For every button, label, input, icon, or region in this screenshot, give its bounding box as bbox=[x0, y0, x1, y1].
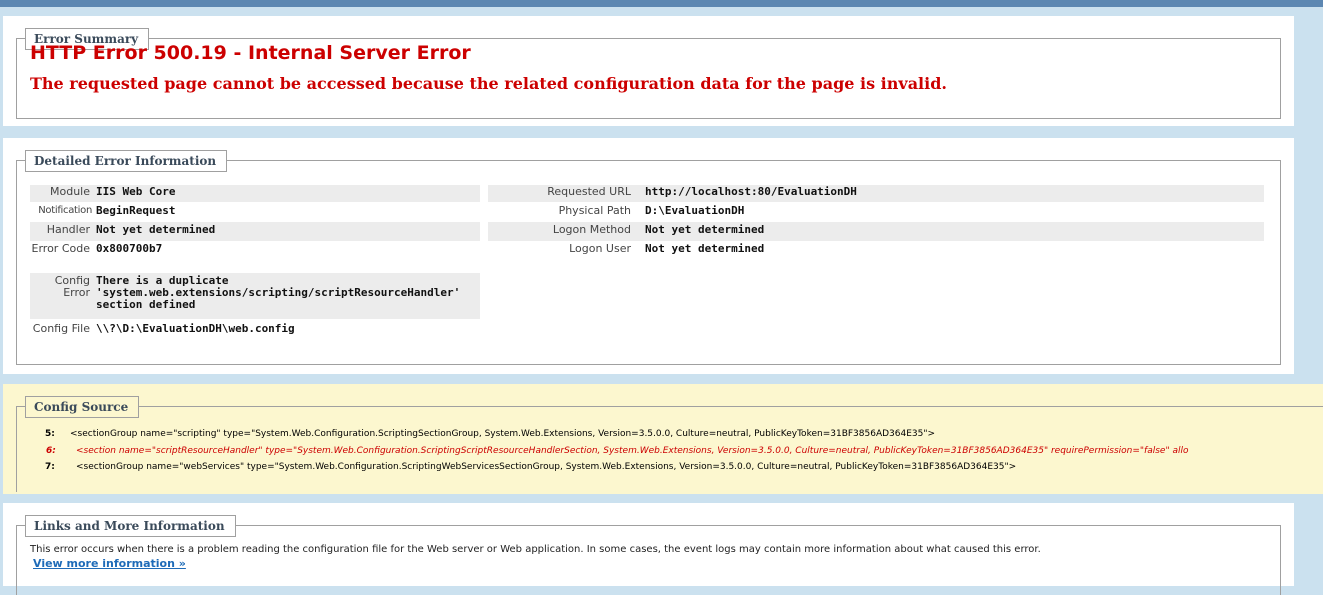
line-code: <sectionGroup name="scripting" type="Sys… bbox=[70, 429, 936, 439]
header-bar bbox=[0, 0, 1323, 7]
detail-value: BeginRequest bbox=[96, 204, 176, 217]
detail-key: Physical Path bbox=[558, 204, 631, 217]
detail-key: Logon Method bbox=[552, 223, 631, 236]
detail-row-notification: Notification BeginRequest bbox=[30, 202, 480, 222]
view-more-information-link[interactable]: View more information » bbox=[33, 557, 186, 570]
line-number: 7: bbox=[45, 462, 55, 472]
detail-row-error-code: Error Code 0x800700b7 bbox=[30, 241, 480, 273]
config-source-line-error: 6: <section name="scriptResourceHandler" … bbox=[30, 446, 1188, 456]
detail-key: Requested URL bbox=[547, 185, 631, 198]
detail-row-module: Module IIS Web Core bbox=[30, 185, 480, 202]
detailed-error-legend: Detailed Error Information bbox=[25, 150, 228, 172]
detail-row-config-file: Config File \\?\D:\EvaluationDH\web.conf… bbox=[30, 319, 480, 353]
line-code: <sectionGroup name="webServices" type="S… bbox=[76, 462, 1017, 472]
error-summary-panel: Error Summary bbox=[3, 16, 1294, 126]
detail-row-config-error: Config Error There is a duplicate 'syste… bbox=[30, 273, 480, 319]
detail-key: Config Error bbox=[54, 274, 90, 299]
config-source-panel: Config Source bbox=[3, 384, 1323, 494]
detail-value: Not yet determined bbox=[645, 223, 765, 236]
detail-row-logon-user: Logon User Not yet determined bbox=[488, 241, 1264, 260]
detail-row-logon-method: Logon Method Not yet determined bbox=[488, 222, 1264, 241]
config-source-line: 5: <sectionGroup name="scripting" type="S… bbox=[30, 429, 935, 439]
error-details-table-left: Module IIS Web Core Notification BeginRe… bbox=[30, 185, 480, 353]
detail-value: There is a duplicate 'system.web.extensi… bbox=[96, 274, 461, 311]
detail-key: Error Code bbox=[31, 242, 90, 255]
detail-key: Handler bbox=[46, 223, 90, 236]
line-number: 5: bbox=[45, 429, 55, 439]
detail-key: Module bbox=[50, 185, 90, 198]
detail-row-handler: Handler Not yet determined bbox=[30, 222, 480, 241]
error-subtitle: The requested page cannot be accessed be… bbox=[30, 74, 947, 93]
detail-value: IIS Web Core bbox=[96, 185, 176, 198]
detail-row-physical-path: Physical Path D:\EvaluationDH bbox=[488, 202, 1264, 222]
detail-value: D:\EvaluationDH bbox=[645, 204, 745, 217]
detail-key: Notification bbox=[38, 205, 92, 216]
detail-value: 0x800700b7 bbox=[96, 242, 163, 255]
detail-row-requested-url: Requested URL http://localhost:80/Evalua… bbox=[488, 185, 1264, 202]
detailed-error-panel: Detailed Error Information Module IIS We… bbox=[3, 138, 1294, 374]
links-description: This error occurs when there is a proble… bbox=[30, 544, 1041, 555]
error-details-table-right: Requested URL http://localhost:80/Evalua… bbox=[488, 185, 1264, 260]
detail-value: http://localhost:80/EvaluationDH bbox=[645, 185, 857, 198]
error-title: HTTP Error 500.19 - Internal Server Erro… bbox=[30, 42, 471, 64]
page-background-strip bbox=[1294, 7, 1323, 586]
detail-value: \\?\D:\EvaluationDH\web.config bbox=[96, 322, 295, 335]
config-source-line: 7: <sectionGroup name="webServices" type=… bbox=[30, 462, 1016, 472]
links-legend: Links and More Information bbox=[25, 515, 236, 537]
detail-key: Logon User bbox=[569, 242, 631, 255]
detail-key: Config File bbox=[32, 322, 90, 335]
detail-value: Not yet determined bbox=[96, 223, 216, 236]
line-code: <section name="scriptResourceHandler" ty… bbox=[76, 446, 1189, 456]
detail-value: Not yet determined bbox=[645, 242, 765, 255]
line-number: 6: bbox=[46, 446, 56, 456]
config-source-legend: Config Source bbox=[25, 396, 140, 418]
